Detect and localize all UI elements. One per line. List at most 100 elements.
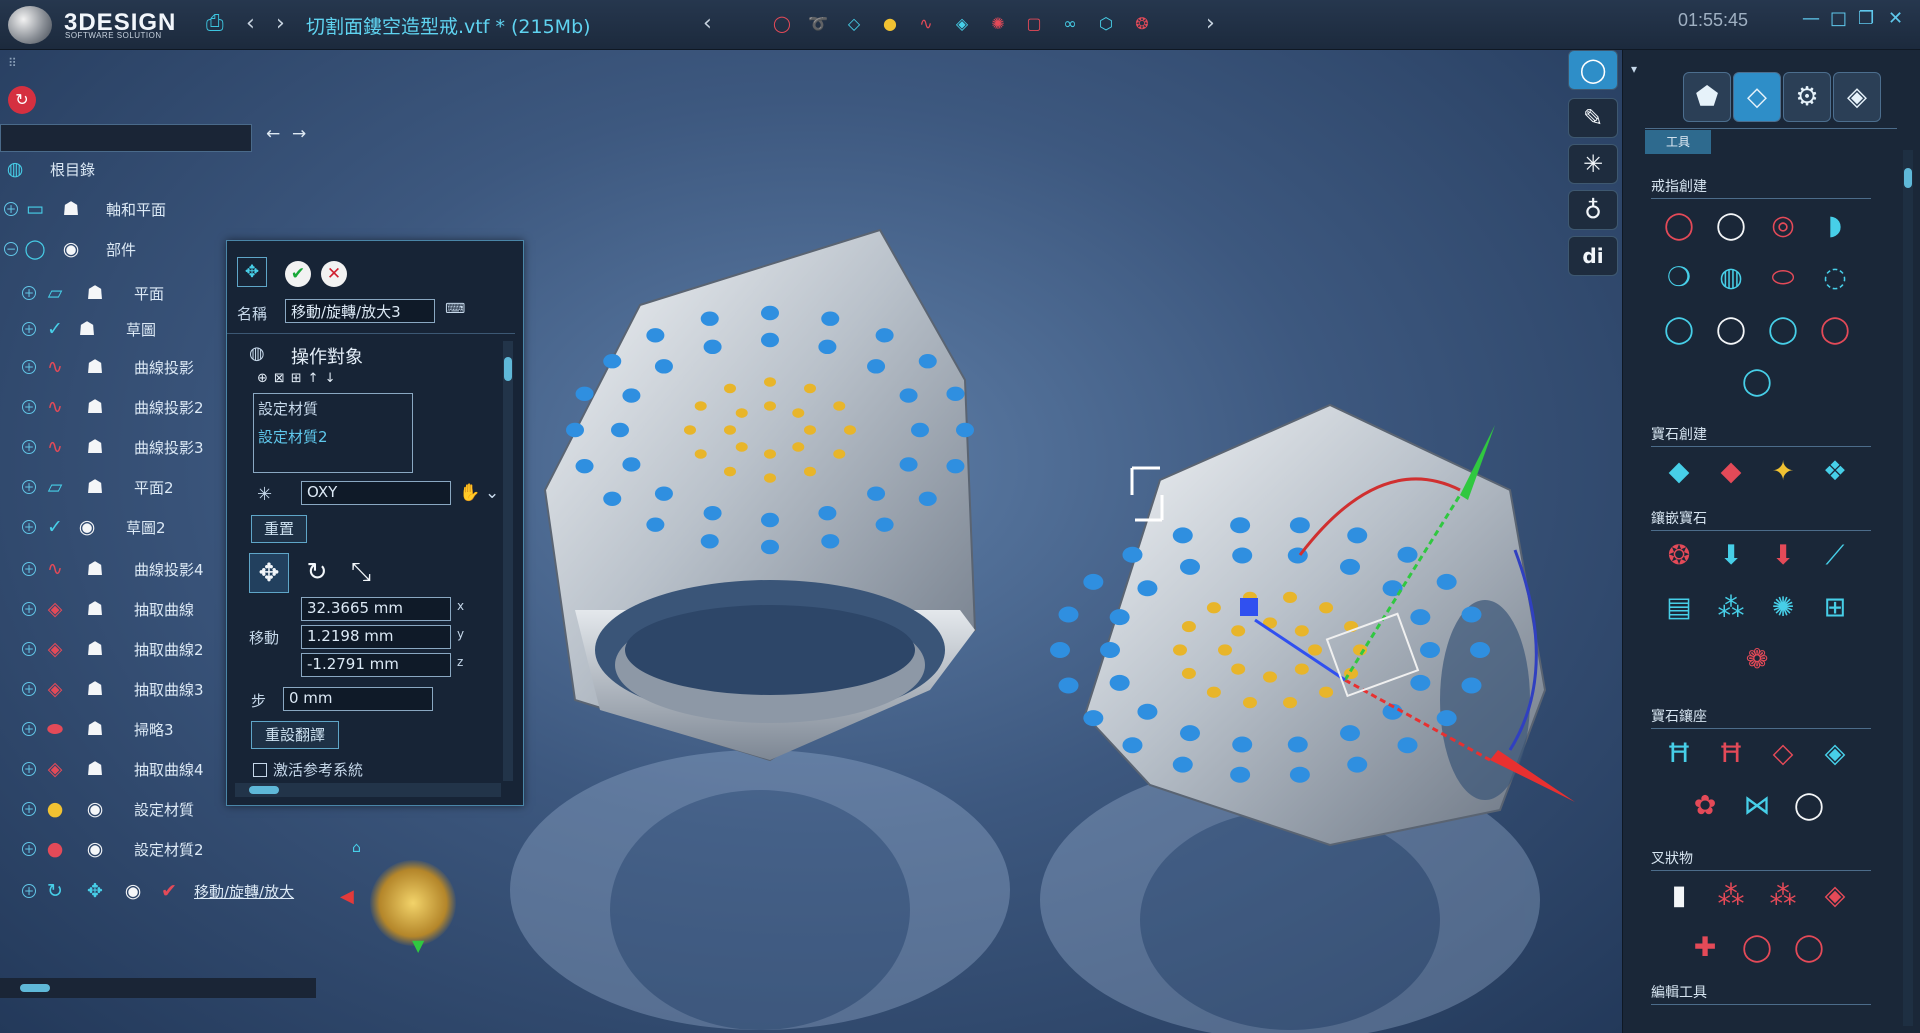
expand-icon[interactable]: + xyxy=(22,762,36,776)
scrollbar-thumb[interactable] xyxy=(1904,168,1912,188)
mount-basket-icon[interactable]: ◈ xyxy=(1817,736,1853,772)
gem-heart-icon[interactable]: ◆ xyxy=(1713,454,1749,490)
activate-reference-checkbox[interactable] xyxy=(253,763,267,777)
prong-cluster-icon[interactable]: ⁂ xyxy=(1765,878,1801,914)
panel-vertical-scrollbar[interactable] xyxy=(503,341,513,781)
grid-menu-icon[interactable]: ⠿ xyxy=(8,56,17,70)
tools-vertical-scrollbar[interactable] xyxy=(1903,150,1913,1026)
prong-cross-icon[interactable]: ✚ xyxy=(1687,930,1723,966)
visibility-ghost-icon[interactable]: ☗ xyxy=(84,638,106,660)
rotate-mode-icon[interactable]: ↻ xyxy=(297,553,337,593)
tree-root[interactable]: ◍ 根目錄 xyxy=(4,154,304,184)
save-icon[interactable]: ⎙ xyxy=(206,12,224,36)
setting-drop-icon[interactable]: ⬇ xyxy=(1765,538,1801,574)
view-orientation-ring[interactable] xyxy=(370,860,456,946)
scrollbar-thumb[interactable] xyxy=(249,786,279,794)
tree-item-active[interactable]: + ↻ ✥ ◉ ✔ 移動/旋轉/放大 xyxy=(22,876,318,906)
plane-field[interactable]: OXY xyxy=(301,481,451,505)
confirm-icon[interactable]: ✔ xyxy=(285,261,311,287)
search-prev-icon[interactable]: ← xyxy=(266,124,280,144)
ring-band-icon[interactable]: ◎ xyxy=(1765,208,1801,244)
diamond-mode-icon[interactable]: ◇ xyxy=(842,12,866,36)
visibility-ghost-icon[interactable]: ☗ xyxy=(84,396,106,418)
mount-trio-icon[interactable]: ✿ xyxy=(1687,788,1723,824)
tab-tools[interactable]: 工具 xyxy=(1645,130,1711,154)
expand-icon[interactable]: + xyxy=(22,802,36,816)
target-list-toolbar[interactable]: ⊕⊠⊞↑↓ xyxy=(257,371,341,386)
list-item[interactable]: 設定材質2 xyxy=(258,426,328,447)
curl-mode-icon[interactable]: ➰ xyxy=(806,12,830,36)
tree-horizontal-scrollbar[interactable] xyxy=(0,978,316,998)
ring-eternity-icon[interactable]: ◯ xyxy=(1739,364,1775,400)
mesh-tool-icon[interactable]: ✳ xyxy=(1568,144,1618,184)
expand-icon[interactable]: + xyxy=(22,520,36,534)
setting-place-icon[interactable]: ⬇ xyxy=(1713,538,1749,574)
mode-scroll-right-icon[interactable]: › xyxy=(1206,12,1215,36)
prong-scatter-icon[interactable]: ⁂ xyxy=(1713,878,1749,914)
prong-oval-icon[interactable]: ◯ xyxy=(1791,930,1827,966)
ring-bent-icon[interactable]: ◯ xyxy=(1765,312,1801,348)
visibility-ghost-icon[interactable]: ☗ xyxy=(84,598,106,620)
expand-icon[interactable]: + xyxy=(22,842,36,856)
setting-channel-icon[interactable]: ▤ xyxy=(1661,590,1697,626)
cluster-mode-icon[interactable]: ❂ xyxy=(1130,12,1154,36)
eye-icon[interactable]: ◉ xyxy=(76,516,98,538)
check-icon[interactable]: ✔ xyxy=(158,880,180,902)
minimize-icon[interactable]: — xyxy=(1802,10,1820,28)
visibility-ghost-icon[interactable]: ☗ xyxy=(84,758,106,780)
gem-round-icon[interactable]: ◆ xyxy=(1661,454,1697,490)
gem-multi-icon[interactable]: ❖ xyxy=(1817,454,1853,490)
setting-scatter-icon[interactable]: ⁂ xyxy=(1713,590,1749,626)
setting-line-icon[interactable]: ⟋ xyxy=(1817,538,1853,574)
history-refresh-icon[interactable]: ↻ xyxy=(8,86,36,114)
prong-box-icon[interactable]: ◈ xyxy=(1817,878,1853,914)
eye-icon[interactable]: ◉ xyxy=(84,798,106,820)
eye-icon[interactable]: ◉ xyxy=(84,838,106,860)
tree-item[interactable]: + ● ◉ 設定材質2 xyxy=(22,834,318,864)
mount-bar-icon[interactable]: ⋈ xyxy=(1739,788,1775,824)
expand-icon[interactable]: + xyxy=(22,400,36,414)
expand-icon[interactable]: + xyxy=(22,440,36,454)
link-mode-icon[interactable]: ∞ xyxy=(1058,12,1082,36)
expand-icon[interactable]: + xyxy=(4,202,18,216)
ring-signet-icon[interactable]: ⬭ xyxy=(1765,260,1801,296)
targets-list[interactable]: 設定材質 設定材質2 xyxy=(253,393,413,473)
panel-horizontal-scrollbar[interactable] xyxy=(235,783,501,797)
expand-icon[interactable]: + xyxy=(22,602,36,616)
visibility-ghost-icon[interactable]: ☗ xyxy=(84,436,106,458)
cancel-icon[interactable]: ✕ xyxy=(321,261,347,287)
visibility-ghost-icon[interactable]: ☗ xyxy=(76,318,98,340)
panel-dropdown-icon[interactable]: ▾ xyxy=(1631,62,1637,76)
expand-icon[interactable]: + xyxy=(22,722,36,736)
ring-wide-icon[interactable]: ◯ xyxy=(1713,312,1749,348)
ring-profile-icon[interactable]: ◗ xyxy=(1817,208,1853,244)
scale-mode-icon[interactable]: ⤡ xyxy=(341,553,381,593)
ring-outline-icon[interactable]: ◯ xyxy=(1713,208,1749,244)
tree-axes[interactable]: + ▭ ☗ 軸和平面 xyxy=(4,194,304,224)
ring-twist-icon[interactable]: ◍ xyxy=(1713,260,1749,296)
shapes-tab-icon[interactable]: ⬟ xyxy=(1683,72,1731,122)
visibility-ghost-icon[interactable]: ☗ xyxy=(84,558,106,580)
di-tool-icon[interactable]: di xyxy=(1568,236,1618,276)
reset-translation-button[interactable]: 重設翻譯 xyxy=(251,721,339,749)
collapse-icon[interactable]: − xyxy=(4,242,18,256)
expand-down-icon[interactable]: ⌄ xyxy=(485,483,499,503)
move-z-field[interactable]: -1.2791 mm xyxy=(301,653,451,677)
scrollbar-thumb[interactable] xyxy=(504,357,512,381)
expand-icon[interactable]: + xyxy=(22,884,36,898)
drop-mode-icon[interactable]: ◈ xyxy=(950,12,974,36)
visibility-ghost-icon[interactable]: ☗ xyxy=(84,476,106,498)
move-x-field[interactable]: 32.3665 mm xyxy=(301,597,451,621)
expand-icon[interactable]: + xyxy=(22,480,36,494)
reset-button[interactable]: 重置 xyxy=(251,515,307,543)
expand-icon[interactable]: + xyxy=(22,642,36,656)
tree-search-input[interactable] xyxy=(0,124,252,152)
setting-tool-icon[interactable]: ♁ xyxy=(1568,190,1618,230)
ring-spiral-icon[interactable]: ◌ xyxy=(1817,260,1853,296)
ring-mode-icon[interactable]: ◯ xyxy=(770,12,794,36)
name-field[interactable]: 移動/旋轉/放大3 xyxy=(285,299,435,323)
setting-halo-icon[interactable]: ✺ xyxy=(1765,590,1801,626)
expand-icon[interactable]: + xyxy=(22,360,36,374)
ring-bypass-icon[interactable]: ❍ xyxy=(1661,260,1697,296)
mode-scroll-left-icon[interactable]: ‹ xyxy=(703,12,712,36)
